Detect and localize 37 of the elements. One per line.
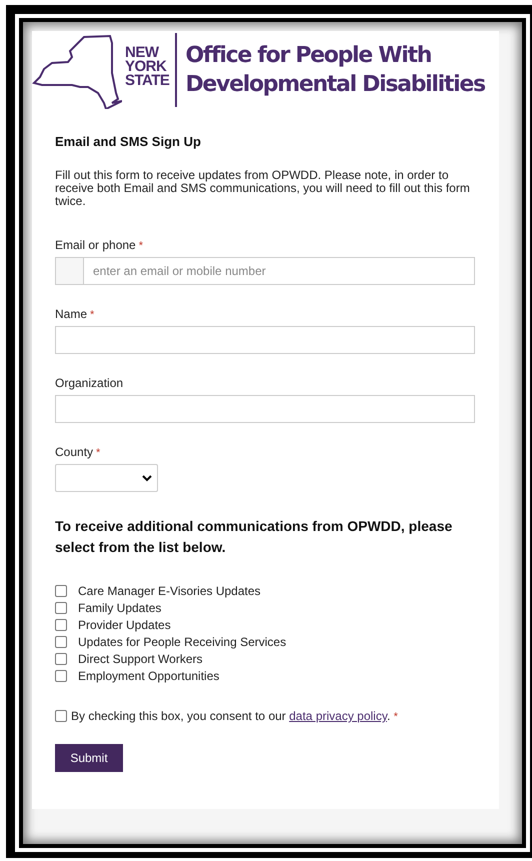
required-mark: * — [138, 240, 143, 252]
consent-text: By checking this box, you consent to our data privacy policy. * — [71, 709, 398, 723]
checkbox-label: Employment Opportunities — [78, 668, 220, 682]
checkbox-label: Direct Support Workers — [78, 652, 202, 666]
checkbox[interactable] — [55, 670, 67, 682]
intro-text: Fill out this form to receive updates from OPWDD. Please note, in order to receive both Email and SMS communications, you will need to fill out this form twice. — [55, 169, 471, 208]
email-phone-field[interactable]: enter an email or mobile number — [84, 257, 475, 285]
field-label: Email or phone — [55, 238, 136, 252]
state-map-icon — [32, 33, 122, 109]
text-field[interactable] — [55, 395, 475, 423]
checkbox[interactable] — [55, 636, 67, 648]
privacy-policy-link[interactable]: data privacy policy — [289, 709, 387, 723]
checkbox-label: Provider Updates — [78, 618, 171, 632]
checkbox[interactable] — [55, 710, 67, 722]
checkbox[interactable] — [55, 602, 67, 614]
field-label: Name — [55, 307, 88, 321]
checkbox[interactable] — [55, 618, 67, 630]
field-label: Organization — [55, 376, 124, 390]
form-title: Email and SMS Sign Up — [55, 134, 202, 149]
checkbox[interactable] — [55, 652, 67, 664]
checkbox-label: Family Updates — [78, 600, 162, 614]
submit-button[interactable]: Submit — [55, 744, 123, 772]
text-field[interactable] — [55, 326, 475, 354]
caret-icon — [142, 474, 152, 482]
checkbox-label: Care Manager E-Visories Updates — [78, 584, 261, 598]
agency-name: Office for People With — [185, 42, 432, 70]
checkbox-label: Updates for People Receiving Services — [78, 634, 286, 648]
section-heading: To receive additional communications from OPWDD, please select from the list below. — [55, 517, 454, 557]
input-prefix — [55, 257, 84, 285]
required-mark: * — [96, 447, 100, 459]
agency-name: Developmental Disabilities — [185, 71, 485, 99]
required-mark: * — [90, 309, 94, 321]
logo-text: STATE — [125, 74, 170, 88]
logo-text: NEW — [125, 46, 159, 60]
logo-text: YORK — [125, 60, 166, 74]
checkbox[interactable] — [55, 584, 67, 596]
field-label: County — [55, 445, 94, 459]
